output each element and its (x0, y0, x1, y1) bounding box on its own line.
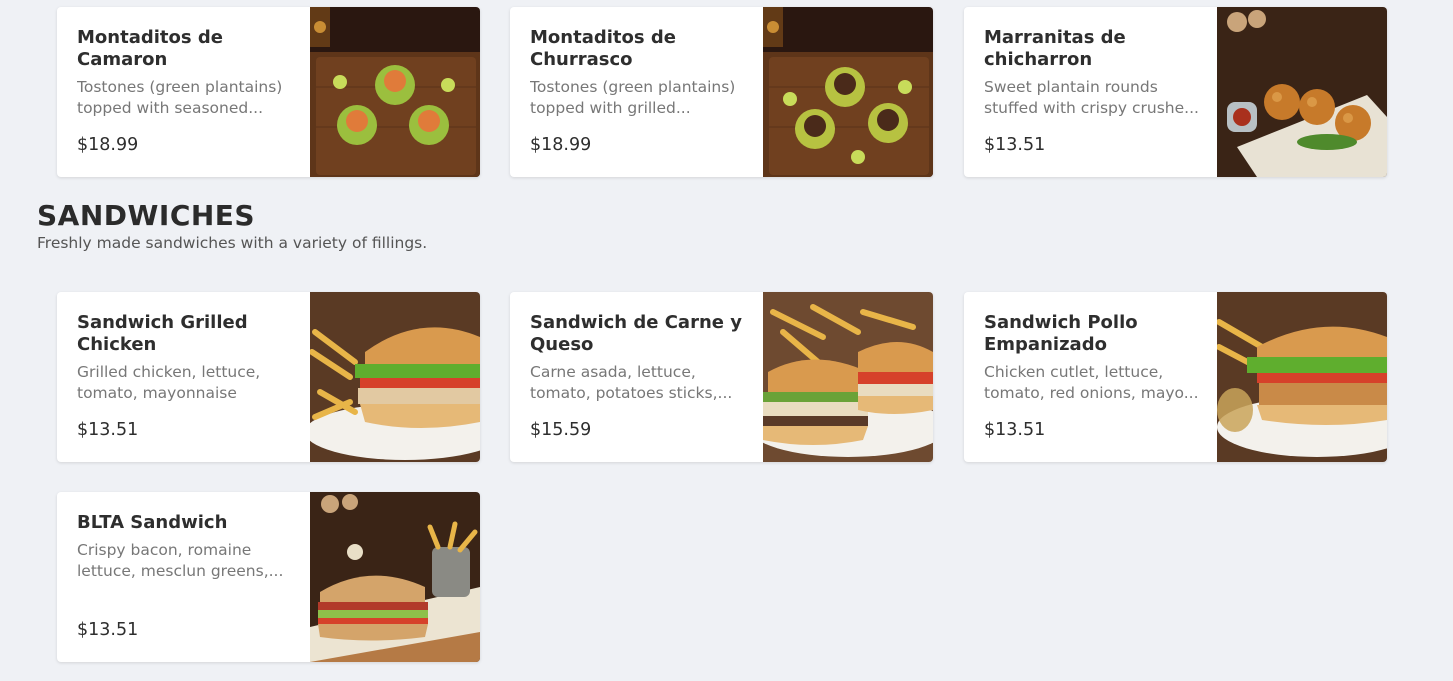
section-title: SANDWICHES (37, 199, 256, 232)
menu-item-title: BLTA Sandwich (77, 512, 228, 533)
menu-item-title: Montaditos de Camaron (77, 27, 223, 70)
menu-item-info: Montaditos de Churrasco Tostones (green … (510, 7, 763, 177)
menu-item-card[interactable]: Sandwich de Carne y Queso Carne asada, l… (510, 292, 933, 462)
menu-item-description: Crispy bacon, romaine lettuce, mesclun g… (77, 541, 284, 580)
menu-item-price: $13.51 (984, 135, 1046, 155)
menu-item-description: Tostones (green plantains) topped with g… (530, 78, 736, 117)
menu-item-price: $13.51 (77, 420, 139, 440)
menu-item-card[interactable]: Montaditos de Churrasco Tostones (green … (510, 7, 933, 177)
menu-item-info: Montaditos de Camaron Tostones (green pl… (57, 7, 310, 177)
grilled-chicken-sandwich-photo (310, 292, 480, 462)
carne-queso-sandwich-photo (763, 292, 933, 462)
menu-item-price: $18.99 (530, 135, 592, 155)
menu-item-card[interactable]: Marranitas de chicharron Sweet plantain … (964, 7, 1387, 177)
menu-item-price: $13.51 (984, 420, 1046, 440)
section-description: Freshly made sandwiches with a variety o… (37, 234, 428, 252)
menu-page: Montaditos de Camaron Tostones (green pl… (0, 0, 1453, 681)
menu-item-description: Grilled chicken, lettuce, tomato, mayonn… (77, 363, 261, 402)
menu-item-description: Tostones (green plantains) topped with s… (77, 78, 283, 117)
menu-item-title: Sandwich Grilled Chicken (77, 312, 248, 355)
menu-item-info: BLTA Sandwich Crispy bacon, romaine lett… (57, 492, 310, 662)
menu-item-price: $18.99 (77, 135, 139, 155)
menu-item-info: Marranitas de chicharron Sweet plantain … (964, 7, 1217, 177)
menu-item-title: Sandwich de Carne y Queso (530, 312, 742, 355)
menu-item-description: Chicken cutlet, lettuce, tomato, red oni… (984, 363, 1199, 402)
montaditos-churrasco-photo (763, 7, 933, 177)
menu-item-title: Marranitas de chicharron (984, 27, 1126, 70)
menu-item-price: $13.51 (77, 620, 139, 640)
menu-item-description: Sweet plantain rounds stuffed with crisp… (984, 78, 1199, 117)
marranitas-photo (1217, 7, 1387, 177)
blta-sandwich-photo (310, 492, 480, 662)
menu-item-title: Montaditos de Churrasco (530, 27, 676, 70)
menu-item-info: Sandwich Grilled Chicken Grilled chicken… (57, 292, 310, 462)
menu-item-card[interactable]: Sandwich Pollo Empanizado Chicken cutlet… (964, 292, 1387, 462)
pollo-empanizado-sandwich-photo (1217, 292, 1387, 462)
menu-item-card[interactable]: Montaditos de Camaron Tostones (green pl… (57, 7, 480, 177)
montaditos-camaron-photo (310, 7, 480, 177)
menu-item-title: Sandwich Pollo Empanizado (984, 312, 1138, 355)
menu-item-info: Sandwich Pollo Empanizado Chicken cutlet… (964, 292, 1217, 462)
menu-item-card[interactable]: BLTA Sandwich Crispy bacon, romaine lett… (57, 492, 480, 662)
menu-item-price: $15.59 (530, 420, 592, 440)
menu-item-info: Sandwich de Carne y Queso Carne asada, l… (510, 292, 763, 462)
menu-item-card[interactable]: Sandwich Grilled Chicken Grilled chicken… (57, 292, 480, 462)
menu-item-description: Carne asada, lettuce, tomato, potatoes s… (530, 363, 733, 402)
